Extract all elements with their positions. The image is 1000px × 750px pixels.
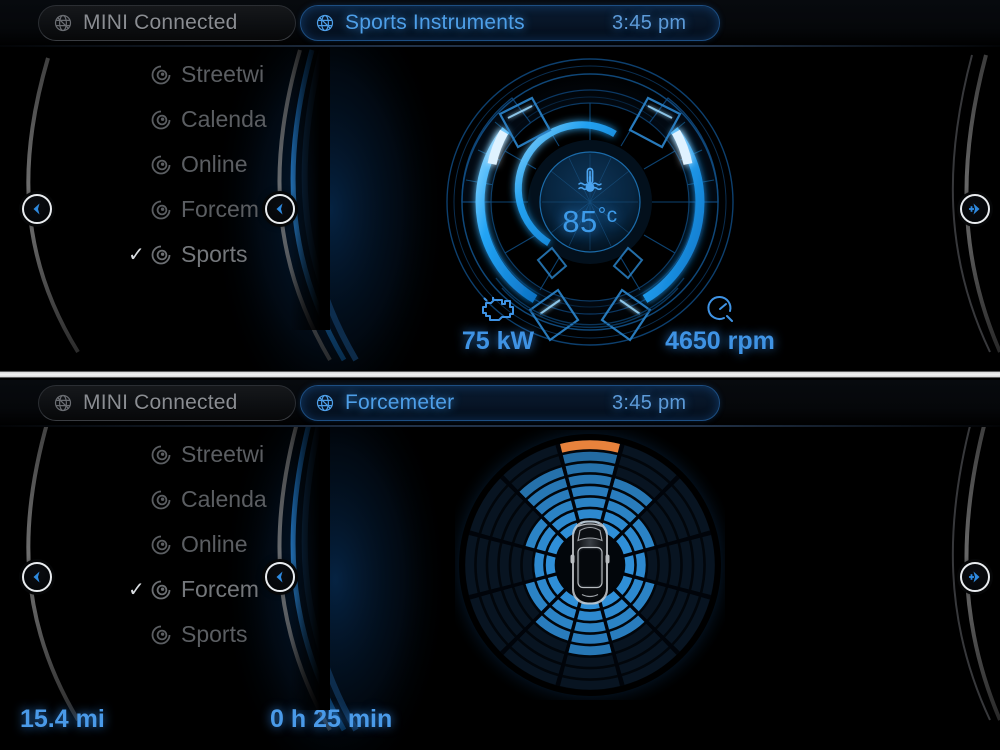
menu-item-label: Forcem [181, 576, 259, 602]
tachometer-icon [705, 295, 735, 325]
eye-icon [150, 154, 172, 176]
tab-mini-connected[interactable]: MINI Connected [38, 5, 296, 41]
panel-sports-instruments: 85°c 75 kW 4650 rpm Streetwi Calenda Onl… [0, 0, 1000, 370]
header-underline [0, 425, 1000, 427]
forcemeter-cell [545, 554, 556, 576]
eye-icon [150, 64, 172, 86]
menu-fade-mask [290, 420, 330, 710]
chevron-left-icon [33, 571, 40, 583]
engine-icon [479, 295, 517, 325]
globe-icon [316, 14, 334, 32]
mini-connected-screen: 85°c 75 kW 4650 rpm Streetwi Calenda Onl… [0, 0, 1000, 750]
nav-back-left-button[interactable] [22, 194, 52, 224]
menu-item-label: Forcem [181, 196, 259, 222]
header-underline [0, 45, 1000, 47]
nav-back-middle-button[interactable] [265, 194, 295, 224]
menu-check-selected: ✓ [128, 244, 145, 266]
distance-readout: 15.4 mi [20, 705, 105, 733]
menu-item-label: Streetwi [181, 441, 265, 467]
tab-mini-connected[interactable]: MINI Connected [38, 385, 296, 421]
forcemeter-chart [440, 415, 740, 715]
chevron-left-icon [276, 203, 283, 215]
nav-back-left-button[interactable] [22, 562, 52, 592]
header-bar: MINI Connected Sports Instruments 3:45 p… [0, 0, 1000, 47]
rpm-readout: 4650 rpm [590, 295, 850, 356]
power-value: 75 kW [461, 327, 535, 355]
globe-icon [54, 394, 72, 412]
duration-readout: 0 h 25 min [270, 705, 393, 733]
chevron-left-icon [33, 203, 40, 215]
clock: 3:45 pm [612, 392, 687, 414]
menu-item-label: Sports [181, 241, 248, 267]
power-readout: 75 kW [368, 295, 628, 356]
car-top-view-icon [564, 517, 616, 614]
eye-icon [150, 109, 172, 131]
panel-forcemeter: 15.4 mi 0 h 25 min Streetwi Calenda Onli… [0, 380, 1000, 750]
rpm-value: 4650 rpm [665, 327, 775, 355]
header-bar: MINI Connected Forcemeter 3:45 pm [0, 380, 1000, 427]
nav-back-middle-button[interactable] [265, 562, 295, 592]
clock: 3:45 pm [612, 12, 687, 34]
menu-fade-mask [290, 40, 330, 330]
menu-check-selected: ✓ [128, 579, 145, 601]
tab-label: Sports Instruments [345, 11, 525, 34]
menu-item-label: Sports [181, 621, 248, 647]
menu-item-label: Calenda [181, 486, 267, 512]
eye-icon [150, 244, 172, 266]
tab-label: Forcemeter [345, 391, 455, 414]
eye-icon [150, 199, 172, 221]
arrow-right-icon [969, 203, 980, 215]
forcemeter-cell [635, 551, 646, 579]
nav-forward-right-button[interactable] [960, 562, 990, 592]
eye-icon [150, 444, 172, 466]
forcemeter-cell [534, 551, 545, 579]
chevron-left-icon [276, 571, 283, 583]
menu-item-label: Calenda [181, 106, 267, 132]
eye-icon [150, 624, 172, 646]
globe-icon [54, 14, 72, 32]
arrow-right-icon [969, 571, 980, 583]
menu-item-label: Streetwi [181, 61, 265, 87]
menu-item-label: Online [181, 151, 248, 177]
tab-label: MINI Connected [83, 11, 238, 34]
eye-icon [150, 489, 172, 511]
nav-forward-right-button[interactable] [960, 194, 990, 224]
panel-divider [0, 370, 1000, 380]
forcemeter-cell [624, 554, 635, 576]
globe-icon [316, 394, 334, 412]
tab-label: MINI Connected [83, 391, 238, 414]
menu-item-label: Online [181, 531, 248, 557]
eye-icon [150, 579, 172, 601]
eye-icon [150, 534, 172, 556]
